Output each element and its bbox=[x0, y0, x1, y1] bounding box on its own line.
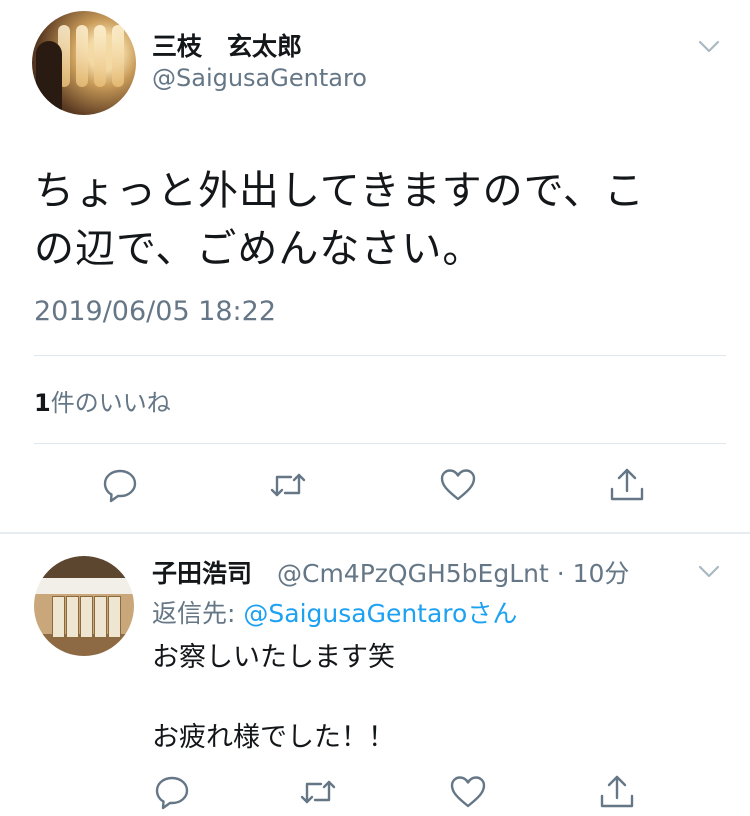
tweet-actions bbox=[0, 465, 750, 509]
tweet-text: ちょっと外出してきますので、こ の辺で、ごめんなさい。 bbox=[34, 162, 724, 278]
reply-actions bbox=[0, 772, 750, 816]
like-count-number: 1 bbox=[34, 389, 51, 417]
replying-to-handle[interactable]: @SaigusaGentaro bbox=[243, 599, 467, 628]
like-icon[interactable] bbox=[438, 465, 478, 505]
retweet-icon[interactable] bbox=[268, 465, 308, 505]
like-count-label: 件のいいね bbox=[50, 389, 171, 417]
like-count[interactable]: 1件のいいね bbox=[34, 383, 171, 418]
main-tweet: 三枝 玄太郎 @SaigusaGentaro ちょっと外出してきますので、こ の… bbox=[0, 0, 750, 532]
replying-to: 返信先: @SaigusaGentaroさん bbox=[152, 594, 517, 630]
share-icon[interactable] bbox=[597, 772, 637, 812]
tweet-timestamp[interactable]: 2019/06/05 18:22 bbox=[34, 296, 276, 327]
chevron-down-icon[interactable] bbox=[696, 558, 722, 584]
divider bbox=[34, 443, 726, 444]
reply-icon[interactable] bbox=[100, 465, 140, 505]
tweet-text-line-1: ちょっと外出してきますので、こ bbox=[34, 168, 645, 214]
author-handle[interactable]: @SaigusaGentaro bbox=[152, 64, 367, 92]
chevron-down-icon[interactable] bbox=[696, 33, 722, 59]
reply-tweet[interactable]: 子田浩司 @Cm4PzQGH5bEgLnt · 10分 返信先: @Saigus… bbox=[0, 534, 750, 810]
share-icon[interactable] bbox=[607, 465, 647, 505]
author-name[interactable]: 三枝 玄太郎 bbox=[152, 27, 302, 63]
replying-to-prefix: 返信先: bbox=[152, 599, 244, 628]
replying-to-suffix: さん bbox=[467, 599, 518, 628]
retweet-icon[interactable] bbox=[298, 772, 338, 812]
tweet-text-line-2: の辺で、ごめんなさい。 bbox=[34, 226, 484, 272]
like-icon[interactable] bbox=[448, 772, 488, 812]
reply-author-avatar[interactable] bbox=[34, 556, 134, 656]
reply-icon[interactable] bbox=[152, 772, 192, 812]
reply-author-handle-time[interactable]: @Cm4PzQGH5bEgLnt · 10分 bbox=[277, 554, 629, 590]
reply-text: お察しいたします笑 お疲れ様でした！！ bbox=[152, 642, 395, 753]
reply-author-name[interactable]: 子田浩司 bbox=[152, 554, 252, 590]
divider bbox=[34, 355, 726, 356]
author-avatar[interactable] bbox=[32, 11, 136, 115]
